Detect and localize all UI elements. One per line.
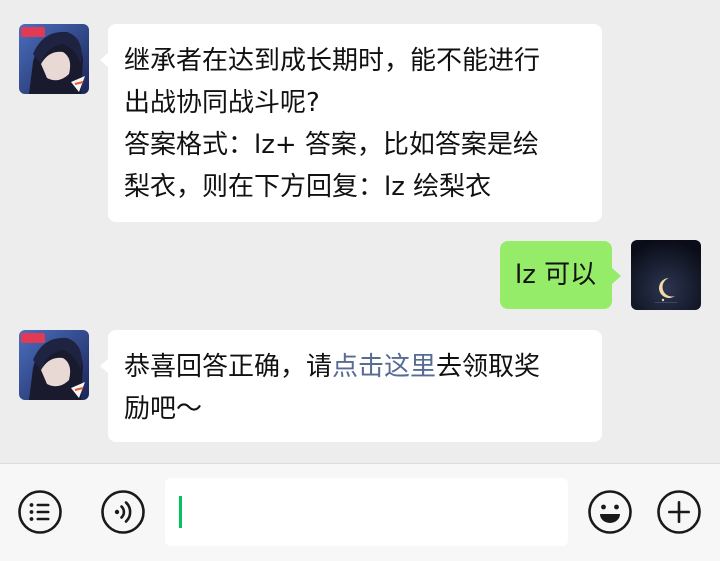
message-input[interactable] [165,478,568,546]
question-text: 继承者在达到成长期时，能不能进行 出战协同战斗呢? 答案格式：lz+ 答案，比如… [124,40,594,208]
text-caret [179,496,182,528]
menu-icon [18,490,62,534]
message-bubble-reward[interactable]: 恭喜回答正确，请点击这里去领取奖 励吧～ [108,330,602,442]
input-bar [0,463,720,561]
message-bubble-question[interactable]: 继承者在达到成长期时，能不能进行 出战协同战斗呢? 答案格式：lz+ 答案，比如… [108,24,602,222]
reward-prefix: 恭喜回答正确，请 [124,352,333,382]
reward-text: 恭喜回答正确，请点击这里去领取奖 励吧～ [124,346,594,430]
voice-icon [101,490,145,534]
reply-text: lz 可以 [515,260,597,290]
bubble-tail [612,268,621,284]
official-account-avatar-image [19,24,89,94]
voice-button[interactable] [100,489,146,535]
reward-suffix: 去领取奖 [436,352,541,382]
official-account-avatar[interactable] [19,330,89,400]
more-button[interactable] [656,489,702,535]
plus-icon [657,490,701,534]
question-line: 出战协同战斗呢? [124,88,320,118]
menu-button[interactable] [17,489,63,535]
claim-reward-link[interactable]: 点击这里 [332,352,436,382]
question-line: 答案格式：lz+ 答案，比如答案是绘 [124,130,539,160]
chat-area: 继承者在达到成长期时，能不能进行 出战协同战斗呢? 答案格式：lz+ 答案，比如… [0,0,720,463]
question-line: 梨衣，则在下方回复：lz 绘梨衣 [124,172,492,202]
emoji-button[interactable] [587,489,633,535]
official-account-avatar-image [19,330,89,400]
emoji-icon [588,490,632,534]
reward-line-2: 励吧～ [124,394,203,424]
question-line: 继承者在达到成长期时，能不能进行 [124,46,541,76]
my-avatar-image [631,240,701,310]
official-account-avatar[interactable] [19,24,89,94]
reward-line-1: 恭喜回答正确，请点击这里去领取奖 [124,346,594,388]
my-avatar[interactable] [631,240,701,310]
message-bubble-reply[interactable]: lz 可以 [500,241,612,309]
